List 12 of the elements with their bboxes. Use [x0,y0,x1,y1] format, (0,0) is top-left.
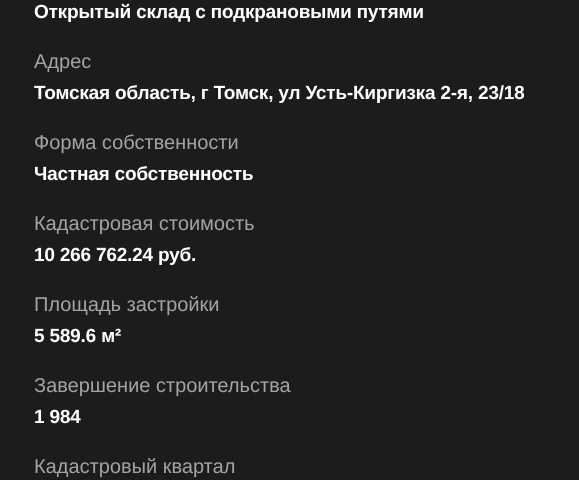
field-label: Форма собственности [34,131,239,155]
field-label: Кадастровый квартал [34,455,236,479]
field-value: Томская область, г Томск, ул Усть-Киргизка 2-я, 23/18 [34,82,525,106]
field-label: Адрес [34,50,92,74]
field-label: Кадастровая стоимость [34,212,255,236]
field-value: Открытый склад с подкрановыми путями [34,1,424,25]
field-value: 5 589.6 м² [34,325,122,349]
field-value: 10 266 762.24 руб. [34,244,196,268]
field-label: Завершение строительства [34,374,291,398]
field-label: Площадь застройки [34,293,220,317]
field-value: 1 984 [34,406,81,430]
field-value: Частная собственность [34,163,254,187]
